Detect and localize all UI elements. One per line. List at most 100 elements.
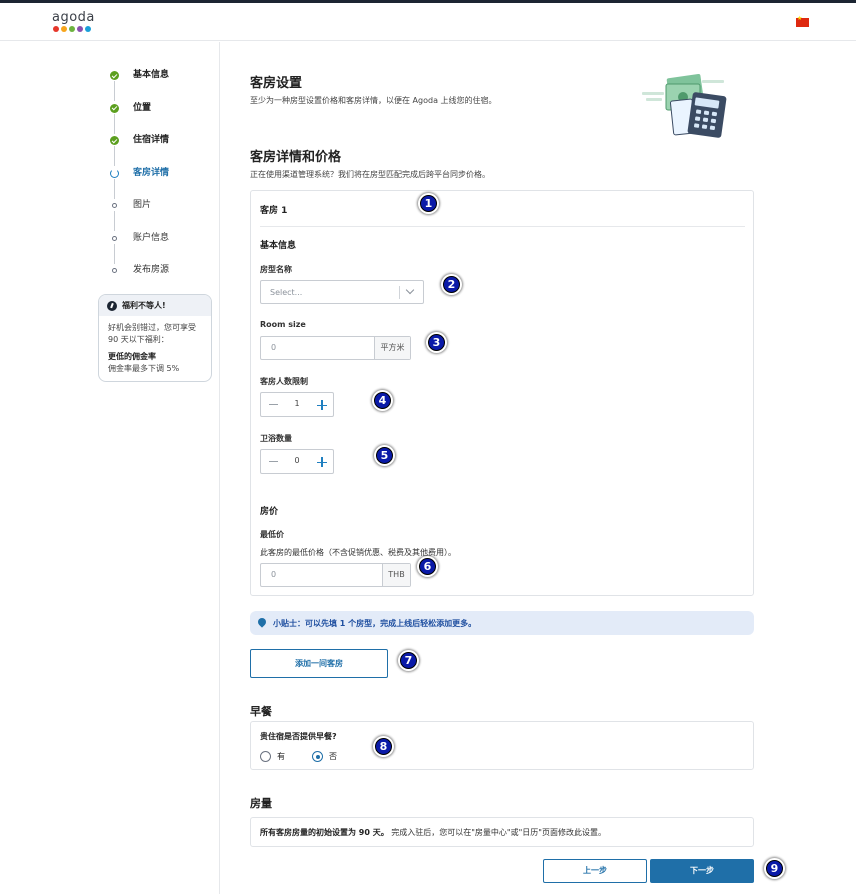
inventory-text-rest: 完成入驻后，您可以在"房量中心"或"日历"页面修改此设置。 (391, 828, 606, 837)
price-heading: 房价 (260, 507, 279, 517)
room-size-value: 0 (271, 343, 277, 352)
promo-card: 福利不等人! 好机会别错过，您可享受90 天以下福利： 更低的佣金率 佣金率最多… (98, 294, 212, 382)
logo-dot (61, 26, 67, 32)
bathrooms-label: 卫浴数量 (260, 434, 292, 443)
room-type-label: 房型名称 (260, 265, 292, 274)
logo-dot (77, 26, 83, 32)
agoda-logo[interactable]: agoda (52, 11, 95, 32)
annotation-marker: 8 (373, 736, 394, 757)
promo-benefit-text: 佣金率最多下调 5% (108, 364, 180, 373)
step-connector (114, 178, 115, 199)
china-flag-icon[interactable] (796, 15, 809, 27)
step-label: 账户信息 (133, 232, 170, 243)
min-price-value: 0 (271, 570, 277, 579)
step-room-details[interactable]: 客房详情 (110, 166, 169, 199)
previous-button[interactable]: 上一步 (543, 859, 647, 883)
step-connector (114, 211, 115, 231)
pending-dot-icon (112, 203, 117, 208)
inventory-card: 所有客房房量的初始设置为 90 天。 完成入驻后，您可以在"房量中心"或"日历"… (250, 817, 754, 847)
pending-dot-icon (112, 268, 117, 273)
breakfast-title: 早餐 (250, 705, 272, 718)
occupancy-stepper[interactable]: 1 (260, 392, 334, 417)
radio-circle-selected (312, 751, 323, 762)
room-size-label: Room size (260, 320, 306, 329)
chevron-down-icon (405, 285, 415, 295)
step-label: 住宿详情 (133, 135, 170, 145)
step-connector (114, 146, 115, 166)
minus-icon[interactable] (269, 404, 278, 405)
annotation-marker: 7 (398, 650, 419, 671)
bathrooms-stepper[interactable]: 0 (260, 449, 334, 474)
plus-icon[interactable] (317, 400, 327, 410)
step-photos[interactable]: 图片 (110, 198, 169, 231)
section-subtitle: 正在使用渠道管理系统？我们将在房型匹配完成后跨平台同步价格。 (250, 170, 490, 179)
lightning-icon (107, 300, 117, 311)
annotation-marker: 6 (417, 556, 438, 577)
check-icon (110, 71, 119, 80)
promo-header: 福利不等人! (99, 295, 211, 316)
step-label: 位置 (133, 102, 152, 113)
step-label: 客房详情 (133, 167, 170, 178)
step-connector (114, 113, 115, 134)
location-pin-icon (256, 616, 268, 628)
room-card: 客房 1 基本信息 房型名称 Select... Room size 0 平方米… (250, 190, 754, 596)
promo-benefit-title: 更低的佣金率 (108, 352, 156, 361)
check-icon (110, 136, 119, 145)
annotation-marker: 3 (426, 332, 447, 353)
promo-title: 福利不等人! (122, 301, 166, 310)
step-property-details[interactable]: 住宿详情 (110, 133, 169, 166)
annotation-marker: 1 (418, 193, 439, 214)
occupancy-value: 1 (294, 399, 300, 408)
room-size-unit: 平方米 (374, 337, 410, 359)
inventory-text: 所有客房房量的初始设置为 90 天。 完成入驻后，您可以在"房量中心"或"日历"… (260, 827, 606, 838)
step-connector (114, 81, 115, 101)
annotation-marker: 4 (372, 390, 393, 411)
page-title: 客房设置 (250, 76, 303, 91)
occupancy-label: 客房人数限制 (260, 377, 308, 386)
next-button[interactable]: 下一步 (650, 859, 754, 883)
step-label: 发布房源 (133, 265, 170, 275)
room-type-placeholder: Select... (270, 288, 303, 297)
logo-dot (69, 26, 75, 32)
step-location[interactable]: 位置 (110, 101, 169, 134)
annotation-marker: 2 (441, 274, 462, 295)
min-price-input[interactable]: 0 THB (260, 563, 411, 587)
radio-circle (260, 751, 271, 762)
logo-dot (53, 26, 59, 32)
step-basic-info[interactable]: 基本信息 (110, 68, 169, 101)
room-size-input[interactable]: 0 平方米 (260, 336, 411, 360)
page-subtitle: 至少为一种房型设置价格和客房详情，以便在 Agoda 上线您的住宿。 (250, 96, 497, 105)
header: agoda (0, 3, 856, 41)
breakfast-card: 贵住宿是否提供早餐? 有 否 (250, 721, 754, 770)
calculator-money-illustration (642, 74, 727, 138)
annotation-marker: 9 (764, 858, 785, 879)
progress-steps: 基本信息 位置 住宿详情 客房详情 图片 账户信息 发布房源 (110, 68, 169, 296)
room-type-select[interactable]: Select... (260, 280, 424, 304)
step-label: 基本信息 (133, 70, 170, 80)
step-connector (114, 243, 115, 264)
tip-banner: 小贴士：可以先填 1 个房型，完成上线后轻松添加更多。 (250, 611, 754, 635)
basic-info-heading: 基本信息 (260, 241, 297, 251)
inventory-text-bold: 所有客房房量的初始设置为 90 天。 (260, 828, 389, 837)
add-room-button[interactable]: 添加一间客房 (250, 649, 388, 678)
min-price-label: 最低价 (260, 530, 284, 539)
breakfast-no-radio[interactable]: 否 (312, 751, 337, 762)
radio-label: 有 (277, 752, 285, 761)
section-title: 客房详情和价格 (250, 150, 342, 165)
plus-icon[interactable] (317, 457, 327, 467)
minus-icon[interactable] (269, 461, 278, 462)
inventory-title: 房量 (250, 797, 272, 810)
bathrooms-value: 0 (294, 456, 300, 465)
annotation-marker: 5 (374, 445, 395, 466)
divider (260, 226, 745, 227)
in-progress-icon (110, 168, 119, 178)
logo-text: agoda (52, 10, 95, 25)
room-title: 客房 1 (260, 206, 288, 216)
step-publish[interactable]: 发布房源 (110, 263, 169, 296)
step-account-info[interactable]: 账户信息 (110, 231, 169, 264)
breakfast-question: 贵住宿是否提供早餐? (260, 732, 337, 741)
pending-dot-icon (112, 235, 117, 241)
check-icon (110, 103, 119, 113)
promo-text: 好机会别错过，您可享受90 天以下福利： (108, 323, 196, 344)
breakfast-yes-radio[interactable]: 有 (260, 751, 285, 762)
